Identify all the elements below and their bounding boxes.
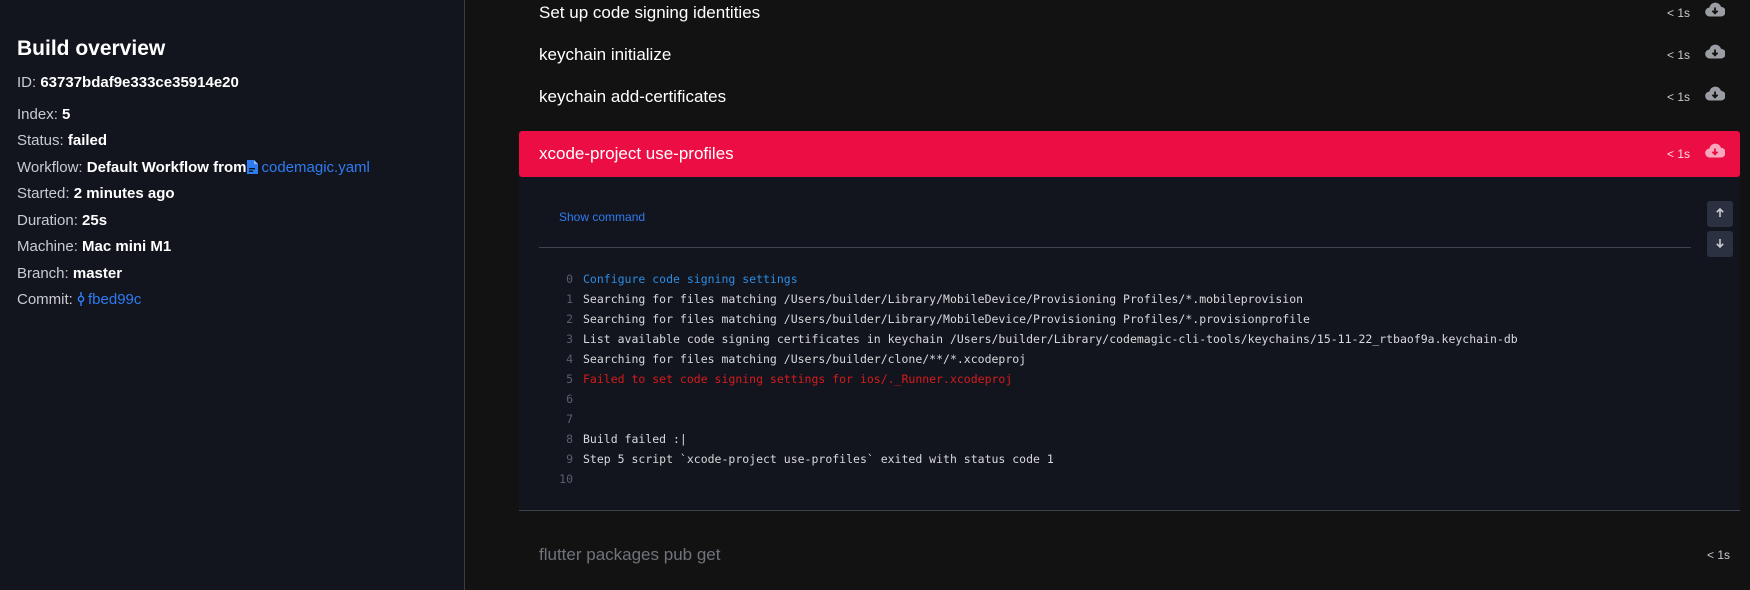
line-text: Failed to set code signing settings for … [583,372,1013,386]
commit-icon [77,292,85,310]
step-duration: < 1s [1706,548,1730,562]
workflow-file-link[interactable]: codemagic.yaml [261,159,369,176]
step-name: Set up code signing identities [539,3,761,22]
step-name: flutter packages pub get [539,545,721,564]
line-text: Configure code signing settings [583,272,798,286]
step-keychain-add-certificates[interactable]: keychain add-certificates < 1s [519,74,1740,120]
build-status-row: Status: failed [17,132,107,149]
log-line: 3 List available code signing certificate… [559,329,1518,349]
build-id-value: 63737bdaf9e333ce35914e20 [40,74,239,91]
line-text: Step 5 script `xcode-project use-profile… [583,452,1054,466]
step-duration: < 1s [1666,6,1690,20]
line-number: 9 [566,452,573,466]
step-flutter-packages-pub-get[interactable]: flutter packages pub get < 1s [519,532,1740,578]
log-line: 8 Build failed :| [559,429,1518,449]
build-duration-value: 25s [82,212,108,229]
line-number: 5 [566,372,573,386]
log-line: 10 [559,469,1518,489]
log-lines: 0 Configure code signing settings 1 Search… [559,269,1518,489]
build-index-row: Index: 5 [17,106,70,123]
show-command-link[interactable]: Show command [559,210,645,224]
build-branch-label: Branch: [17,265,69,282]
log-line: 0 Configure code signing settings [559,269,1518,289]
log-line: 6 [559,389,1518,409]
line-number: 2 [566,312,573,326]
line-number: 8 [566,432,573,446]
line-text: List available code signing certificates… [583,332,1518,346]
line-text: Searching for files matching /Users/buil… [583,292,1304,306]
step-xcode-project-use-profiles[interactable]: xcode-project use-profiles < 1s [519,131,1740,177]
build-started-label: Started: [17,185,70,202]
line-text: Searching for files matching /Users/buil… [583,352,1027,366]
step-divider [519,510,1740,511]
step-name: xcode-project use-profiles [539,144,734,163]
build-duration-label: Duration: [17,212,78,229]
build-machine-row: Machine: Mac mini M1 [17,238,171,255]
build-commit-label: Commit: [17,291,73,308]
log-line: 7 [559,409,1518,429]
arrow-up-icon [1715,205,1725,223]
line-number: 0 [566,272,573,286]
scroll-up-button[interactable] [1707,201,1733,227]
build-status-value: failed [67,132,108,149]
step-name: keychain add-certificates [539,87,727,106]
build-branch-row: Branch: master [17,265,122,282]
line-number: 7 [566,412,573,426]
line-number: 6 [566,392,573,406]
step-log-panel: Show command 0 Configure code signing set… [519,177,1740,510]
log-line: 2 Searching for files matching /Users/bui… [559,309,1518,329]
build-workflow-value: Default Workflow from [86,159,247,176]
build-index-label: Index: [17,106,58,123]
build-started-row: Started: 2 minutes ago [17,185,175,202]
build-overview-sidebar: Build overview ID: 63737bdaf9e333ce35914… [0,0,465,590]
build-duration-row: Duration: 25s [17,212,107,229]
build-commit-row: Commit: fbed99c [17,291,141,310]
log-line: 1 Searching for files matching /Users/bui… [559,289,1518,309]
cloud-download-icon[interactable] [1705,143,1726,165]
step-duration: < 1s [1666,147,1690,161]
arrow-down-icon [1715,235,1725,253]
cloud-download-icon[interactable] [1705,86,1726,108]
step-keychain-initialize[interactable]: keychain initialize < 1s [519,32,1740,78]
build-workflow-row: Workflow: Default Workflow from codemagic… [17,159,370,178]
build-machine-label: Machine: [17,238,78,255]
log-line: 5 Failed to set code signing settings for… [559,369,1518,389]
line-number: 10 [559,472,573,486]
line-text: Searching for files matching /Users/buil… [583,312,1310,326]
step-duration: < 1s [1666,48,1690,62]
line-number: 3 [566,332,573,346]
file-icon [246,160,259,178]
build-workflow-label: Workflow: [17,159,83,176]
build-id-label: ID: [17,74,37,91]
log-line: 9 Step 5 script `xcode-project use-profil… [559,449,1518,469]
build-started-value: 2 minutes ago [73,185,175,202]
cloud-download-icon[interactable] [1705,44,1726,66]
build-branch-value: master [72,265,123,282]
line-number: 1 [566,292,573,306]
commit-link[interactable]: fbed99c [88,291,141,308]
sidebar-title: Build overview [17,37,166,60]
line-text: Build failed :| [583,432,687,446]
log-divider [539,247,1691,248]
step-name: keychain initialize [539,45,672,64]
log-line: 4 Searching for files matching /Users/bui… [559,349,1518,369]
cloud-download-icon[interactable] [1705,2,1726,24]
build-steps-main: Set up code signing identities < 1s keyc… [466,0,1750,590]
step-set-up-code-signing[interactable]: Set up code signing identities < 1s [519,0,1740,36]
build-status-label: Status: [17,132,64,149]
line-number: 4 [566,352,573,366]
build-index-value: 5 [62,106,71,123]
step-duration: < 1s [1666,90,1690,104]
build-id-row: ID: 63737bdaf9e333ce35914e20 [17,74,239,91]
scroll-down-button[interactable] [1707,231,1733,257]
build-machine-value: Mac mini M1 [82,238,172,255]
